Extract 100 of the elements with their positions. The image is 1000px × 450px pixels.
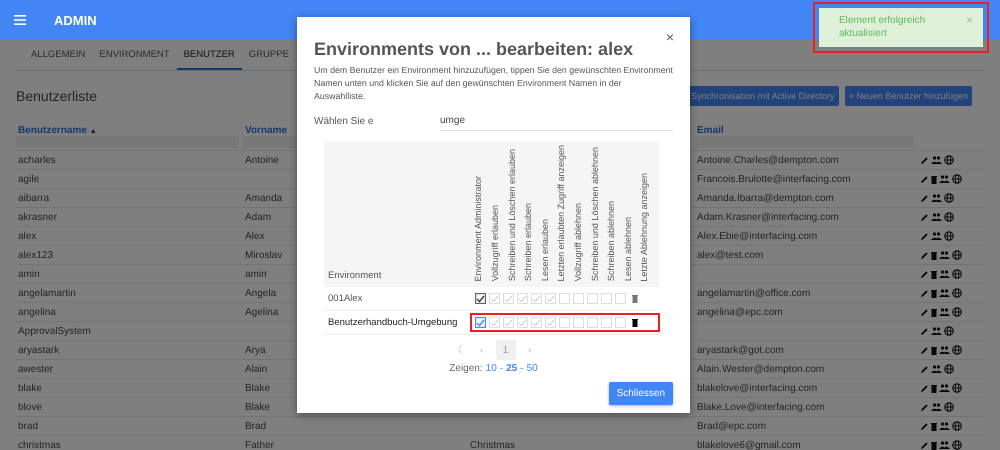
column-header[interactable]: Vorname (245, 125, 288, 136)
users-icon[interactable] (939, 308, 950, 316)
column-header[interactable]: Benutzername (18, 125, 87, 136)
table-cell: aryastark (18, 344, 60, 356)
table-cell: Adam (245, 212, 272, 222)
globe-icon[interactable] (952, 440, 962, 450)
column-header: Environment (328, 270, 382, 282)
pencil-icon[interactable] (920, 194, 929, 202)
pencil-icon[interactable] (920, 232, 929, 240)
pencil-icon[interactable] (920, 422, 929, 430)
checkbox[interactable] (475, 317, 486, 328)
table-cell: Amanda.Ibarra@dempton.com (697, 192, 834, 204)
toolbar-button[interactable]: Synchronisation mit Active Directory (687, 86, 839, 106)
table-cell: akrasner (18, 212, 57, 222)
globe-icon[interactable] (944, 364, 954, 374)
trash-icon[interactable] (632, 318, 638, 328)
page-size-link[interactable]: 50 (526, 363, 538, 374)
toolbar-button[interactable]: + Neuen Benutzer hinzufügen (844, 86, 972, 106)
globe-icon[interactable] (952, 307, 962, 317)
pencil-icon[interactable] (920, 384, 929, 392)
pencil-icon[interactable] (920, 288, 929, 298)
globe-icon[interactable] (952, 288, 962, 298)
pencil-icon[interactable] (920, 270, 929, 278)
column-header: Schreiben erlauben (523, 203, 534, 282)
table-cell: Miroslav (245, 250, 282, 260)
users-icon[interactable] (931, 403, 942, 411)
pencil-icon[interactable] (920, 156, 929, 164)
users-icon[interactable] (939, 175, 950, 183)
table-cell: Alex (245, 230, 264, 242)
users-icon[interactable] (939, 384, 950, 392)
users-icon[interactable] (939, 346, 950, 354)
pencil-icon[interactable] (920, 440, 929, 450)
column-header: Schreiben ablehnen (606, 201, 616, 282)
column-header[interactable]: Email (697, 125, 724, 136)
page-size-link[interactable]: 25 (506, 363, 518, 374)
pencil-icon[interactable] (920, 250, 929, 260)
separator: - (520, 363, 524, 374)
pencil-icon[interactable] (920, 174, 929, 184)
dialog-description: Um dem Benutzer ein Environment hinzuzufügen, tippen Sie den gewünschten Environment Namen unten und klicken Sie auf den gewünschten Environment Namen in der Auswahlliste. (314, 64, 673, 103)
close-dialog-button[interactable]: Schliessen (608, 382, 673, 406)
column-header: Schreiben und Löschen erlauben (506, 149, 517, 282)
table-cell: Brad@epc.com (697, 420, 766, 432)
globe-icon[interactable] (944, 402, 954, 412)
column-header: Vollzugriff ablehnen (572, 203, 583, 282)
globe-icon[interactable] (952, 269, 962, 279)
checkbox[interactable] (475, 293, 486, 304)
users-icon[interactable] (939, 270, 950, 278)
menu-icon[interactable] (14, 15, 26, 25)
page-size-link[interactable]: 10 (486, 363, 497, 374)
pencil-icon[interactable] (920, 364, 929, 374)
tab[interactable]: BENUTZER (176, 40, 242, 70)
pencil-icon[interactable] (920, 346, 929, 354)
users-icon[interactable] (939, 441, 950, 449)
users-icon[interactable] (931, 156, 942, 164)
separator: - (500, 363, 504, 374)
dialog-title: Environments von ... bearbeiten: alex (314, 39, 634, 60)
tab[interactable]: ENVIRONMENT (92, 40, 177, 70)
pencil-icon[interactable] (920, 308, 929, 316)
globe-icon[interactable] (944, 231, 954, 241)
table-cell: Antoine (245, 154, 279, 166)
close-button[interactable]: × (666, 29, 674, 45)
pagination-button[interactable]: › (520, 340, 540, 360)
table-cell: Christmas (470, 440, 516, 450)
tab[interactable]: ALLGEMEIN (24, 40, 92, 70)
users-icon[interactable] (931, 194, 942, 202)
globe-icon[interactable] (944, 326, 954, 336)
users-icon[interactable] (931, 327, 942, 335)
page-size-label: Zeigen: (449, 363, 483, 374)
pencil-icon[interactable] (920, 402, 929, 412)
list-title: Benutzerliste (16, 88, 97, 104)
pencil-icon[interactable] (920, 212, 929, 222)
environment-name: 001Alex (328, 293, 362, 304)
globe-icon[interactable] (944, 212, 954, 222)
table-cell: Amanda (245, 192, 282, 204)
globe-icon[interactable] (952, 383, 962, 393)
table-cell: Francois.Brulotte@interfacing.com (697, 174, 851, 184)
globe-icon[interactable] (952, 174, 962, 184)
toast-message: Element erfolgreich aktualisiert (839, 14, 926, 40)
table-cell: Antoine.Charles@dempton.com (697, 154, 839, 166)
users-icon[interactable] (939, 251, 950, 259)
table-cell: Blake (245, 402, 270, 412)
field-label: Wählen Sie e (314, 116, 374, 126)
globe-icon[interactable] (944, 193, 954, 203)
users-icon[interactable] (939, 289, 950, 297)
users-icon[interactable] (931, 213, 942, 221)
pagination-button[interactable]: ‹ (472, 340, 492, 360)
pagination-button[interactable]: 《 (448, 340, 468, 360)
users-icon[interactable] (931, 232, 942, 240)
tab[interactable]: GRUPPE (242, 40, 296, 70)
globe-icon[interactable] (952, 421, 962, 431)
globe-icon[interactable] (944, 155, 954, 165)
table-cell: Brad (245, 420, 266, 432)
users-icon[interactable] (939, 422, 950, 430)
table-cell: Alex.Ebie@interfacing.com (697, 230, 818, 242)
pencil-icon[interactable] (920, 326, 929, 336)
globe-icon[interactable] (952, 345, 962, 355)
users-icon[interactable] (931, 365, 942, 373)
table-cell: Angela (245, 288, 276, 298)
pagination-button[interactable]: 1 (496, 340, 516, 360)
globe-icon[interactable] (952, 250, 962, 260)
